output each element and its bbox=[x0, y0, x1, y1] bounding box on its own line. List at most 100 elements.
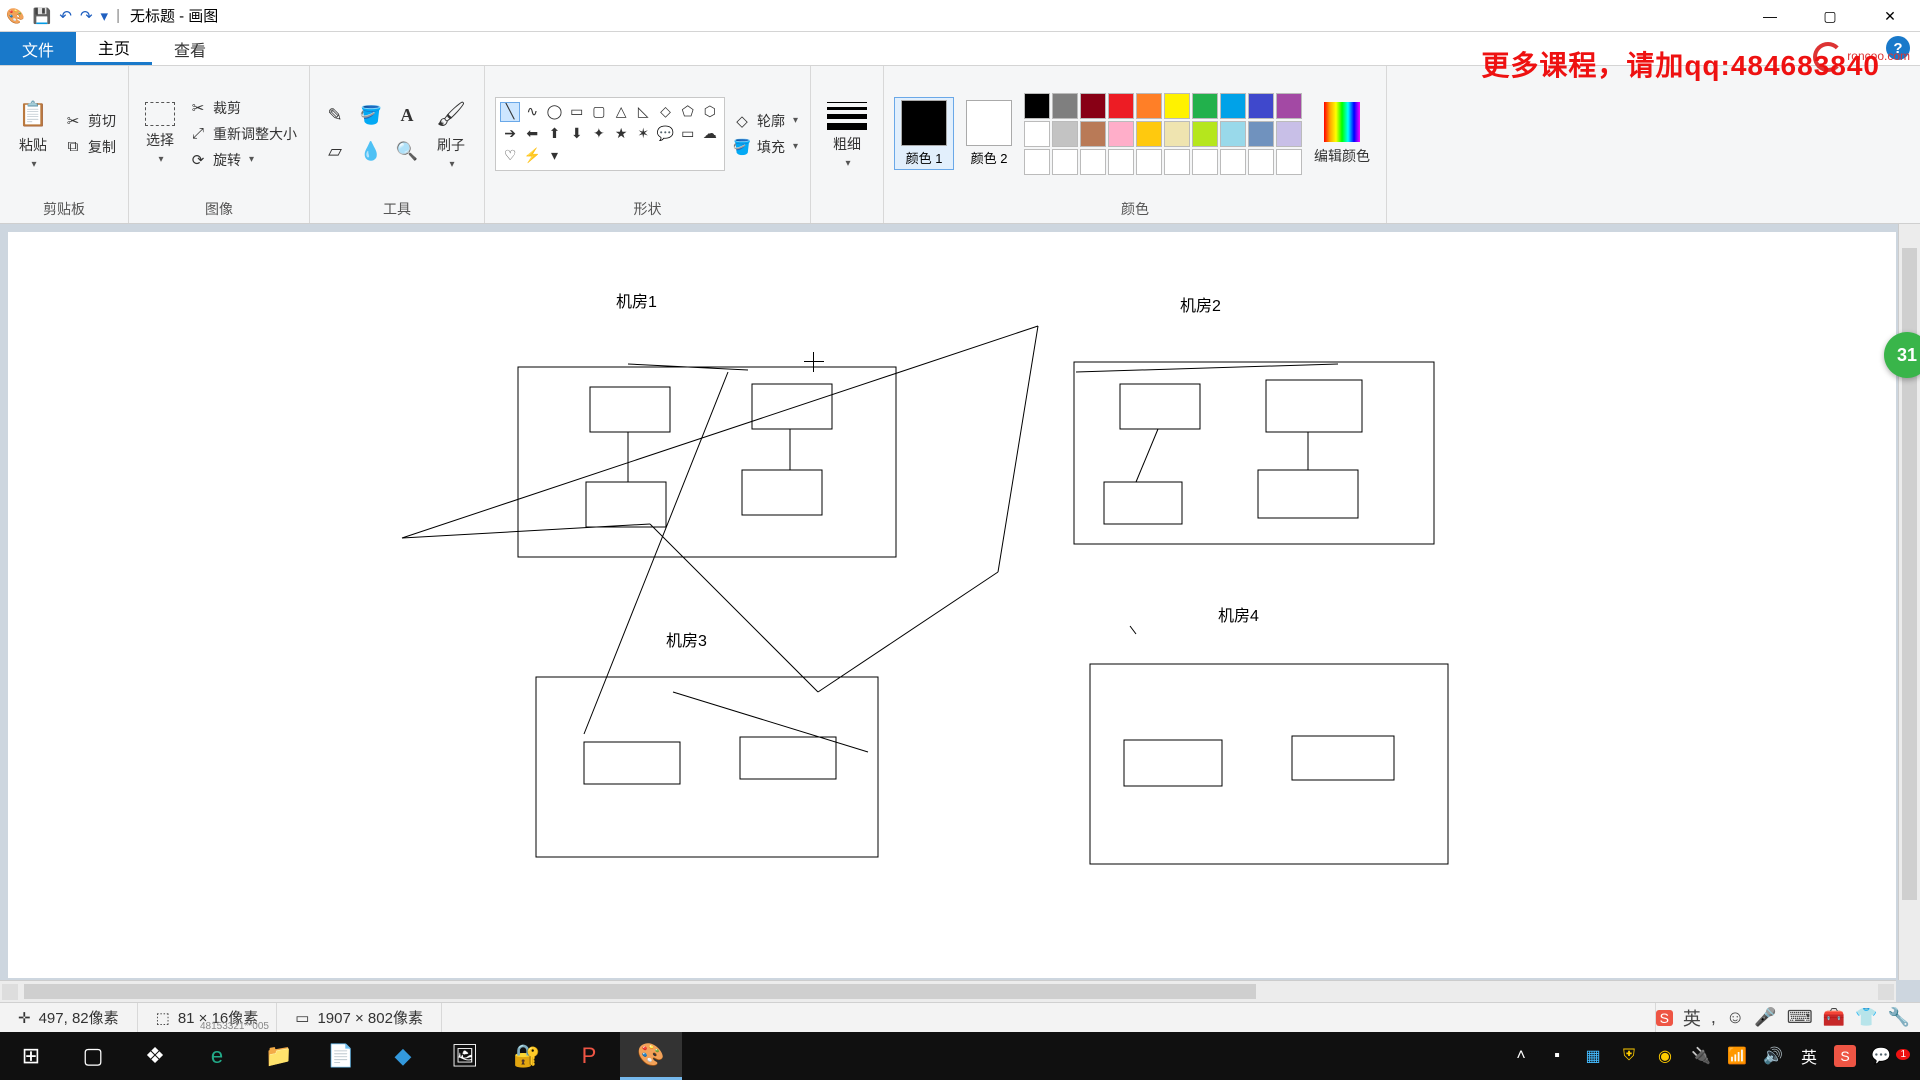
color-swatch[interactable] bbox=[1108, 149, 1134, 175]
shape-star6-icon[interactable]: ✶ bbox=[633, 124, 653, 144]
tray-battery-icon[interactable]: 🔌 bbox=[1690, 1045, 1712, 1067]
shape-heart-icon[interactable]: ♡ bbox=[500, 146, 520, 166]
color-swatch[interactable] bbox=[1164, 93, 1190, 119]
shape-lightning-icon[interactable]: ⚡ bbox=[522, 146, 542, 166]
shape-arrow-l-icon[interactable]: ⬅ bbox=[522, 124, 542, 144]
shape-roundrect-icon[interactable]: ▢ bbox=[589, 102, 609, 122]
color-swatch[interactable] bbox=[1136, 93, 1162, 119]
close-button[interactable]: ✕ bbox=[1860, 0, 1920, 32]
tab-file[interactable]: 文件 bbox=[0, 32, 76, 65]
shape-callout-rect-icon[interactable]: ▭ bbox=[678, 124, 698, 144]
ime-lang[interactable]: 英 bbox=[1683, 1005, 1701, 1031]
wrench-icon[interactable]: 🔧 bbox=[1888, 1007, 1910, 1028]
color-swatch[interactable] bbox=[1052, 93, 1078, 119]
color-swatch[interactable] bbox=[1164, 149, 1190, 175]
color-swatch[interactable] bbox=[1052, 121, 1078, 147]
text-tool-icon[interactable]: A bbox=[392, 101, 422, 131]
color-swatch[interactable] bbox=[1248, 149, 1274, 175]
color-swatch[interactable] bbox=[1080, 121, 1106, 147]
copy-button[interactable]: ⧉复制 bbox=[62, 136, 118, 158]
toolbox-icon[interactable]: 🧰 bbox=[1823, 1007, 1845, 1028]
taskbar-app-3[interactable]: 📄 bbox=[310, 1032, 372, 1080]
crop-button[interactable]: ✂裁剪 bbox=[187, 97, 299, 119]
color2-button[interactable]: 颜色 2 bbox=[960, 98, 1018, 169]
color-swatch[interactable] bbox=[1164, 121, 1190, 147]
color-swatch[interactable] bbox=[1276, 121, 1302, 147]
cut-button[interactable]: ✂剪切 bbox=[62, 110, 118, 132]
emoji-icon[interactable]: ☺ bbox=[1726, 1007, 1744, 1028]
color-swatch[interactable] bbox=[1024, 121, 1050, 147]
shape-rtriangle-icon[interactable]: ◺ bbox=[633, 102, 653, 122]
brush-button[interactable]: 🖌 刷子 bbox=[428, 93, 474, 174]
color-swatch[interactable] bbox=[1108, 121, 1134, 147]
paste-button[interactable]: 📋 粘贴 bbox=[10, 93, 56, 174]
resize-button[interactable]: ⤢重新调整大小 bbox=[187, 123, 299, 145]
start-button[interactable]: ⊞ bbox=[0, 1032, 62, 1080]
tab-home[interactable]: 主页 bbox=[76, 32, 152, 65]
color-swatch[interactable] bbox=[1248, 121, 1274, 147]
shape-oval-icon[interactable]: ◯ bbox=[544, 102, 564, 122]
color-swatch[interactable] bbox=[1192, 93, 1218, 119]
qat-dropdown-icon[interactable]: ▾ bbox=[101, 7, 109, 25]
tab-view[interactable]: 查看 bbox=[152, 32, 228, 65]
color-swatch[interactable] bbox=[1052, 149, 1078, 175]
color-palette[interactable] bbox=[1024, 93, 1302, 175]
pencil-tool-icon[interactable]: ✎ bbox=[320, 101, 350, 131]
tray-icon-1[interactable]: ▪ bbox=[1546, 1045, 1568, 1067]
taskbar-paint[interactable]: 🎨 bbox=[620, 1032, 682, 1080]
color-swatch[interactable] bbox=[1108, 93, 1134, 119]
color-swatch[interactable] bbox=[1192, 121, 1218, 147]
shape-diamond-icon[interactable]: ◇ bbox=[655, 102, 675, 122]
color-swatch[interactable] bbox=[1136, 149, 1162, 175]
color-swatch[interactable] bbox=[1276, 93, 1302, 119]
taskbar-powerpoint[interactable]: P bbox=[558, 1032, 620, 1080]
taskbar-app-5[interactable]: 🖼 bbox=[434, 1032, 496, 1080]
magnifier-tool-icon[interactable]: 🔍 bbox=[392, 137, 422, 167]
color-swatch[interactable] bbox=[1248, 93, 1274, 119]
mic-icon[interactable]: 🎤 bbox=[1754, 1007, 1776, 1028]
scrollbar-horizontal[interactable] bbox=[0, 980, 1896, 1002]
color-swatch[interactable] bbox=[1136, 121, 1162, 147]
color-swatch[interactable] bbox=[1276, 149, 1302, 175]
color-swatch[interactable] bbox=[1080, 93, 1106, 119]
taskbar-explorer[interactable]: 📁 bbox=[248, 1032, 310, 1080]
canvas[interactable]: 机房1 机房2 机房3 机房4 bbox=[8, 232, 1896, 978]
outline-button[interactable]: ◇轮廓 bbox=[731, 110, 800, 132]
scrollbar-horizontal-thumb[interactable] bbox=[24, 984, 1256, 999]
shape-curve-icon[interactable]: ∿ bbox=[522, 102, 542, 122]
color-swatch[interactable] bbox=[1024, 93, 1050, 119]
bucket-tool-icon[interactable]: 🪣 bbox=[356, 101, 386, 131]
tray-notifications-icon[interactable]: 💬 bbox=[1870, 1045, 1892, 1067]
rotate-button[interactable]: ⟳旋转 bbox=[187, 149, 299, 171]
shape-star5-icon[interactable]: ★ bbox=[611, 124, 631, 144]
tray-ime-icon[interactable]: 英 bbox=[1798, 1045, 1820, 1067]
edit-colors-button[interactable]: 编辑颜色 bbox=[1308, 98, 1376, 170]
shape-callout-round-icon[interactable]: 💬 bbox=[655, 124, 675, 144]
shape-line-icon[interactable]: ╲ bbox=[500, 102, 520, 122]
color-swatch[interactable] bbox=[1192, 149, 1218, 175]
color-swatch[interactable] bbox=[1024, 149, 1050, 175]
minimize-button[interactable]: — bbox=[1740, 0, 1800, 32]
tray-chevron-icon[interactable]: ˄ bbox=[1510, 1045, 1532, 1067]
eyedropper-tool-icon[interactable]: 💧 bbox=[356, 137, 386, 167]
color-swatch[interactable] bbox=[1220, 93, 1246, 119]
taskbar-edge[interactable]: e bbox=[186, 1032, 248, 1080]
shape-rect-icon[interactable]: ▭ bbox=[567, 102, 587, 122]
shape-star4-icon[interactable]: ✦ bbox=[589, 124, 609, 144]
tray-shield-icon[interactable]: ⛨ bbox=[1618, 1045, 1640, 1067]
taskbar-app-4[interactable]: ◆ bbox=[372, 1032, 434, 1080]
color1-button[interactable]: 颜色 1 bbox=[894, 97, 954, 170]
tray-icon-4[interactable]: S bbox=[1834, 1045, 1856, 1067]
keyboard-icon[interactable]: ⌨ bbox=[1787, 1007, 1813, 1028]
shape-pentagon-icon[interactable]: ⬠ bbox=[678, 102, 698, 122]
taskbar-app-6[interactable]: 🔐 bbox=[496, 1032, 558, 1080]
eraser-tool-icon[interactable]: ▱ bbox=[320, 137, 350, 167]
tray-volume-icon[interactable]: 🔊 bbox=[1762, 1045, 1784, 1067]
thickness-button[interactable]: 粗细 bbox=[821, 98, 873, 173]
redo-icon[interactable]: ↷ bbox=[80, 7, 93, 25]
person-icon[interactable]: 👕 bbox=[1855, 1007, 1877, 1028]
color-swatch[interactable] bbox=[1220, 149, 1246, 175]
tray-icon-2[interactable]: ▦ bbox=[1582, 1045, 1604, 1067]
color-swatch[interactable] bbox=[1220, 121, 1246, 147]
shape-cloud-icon[interactable]: ☁ bbox=[700, 124, 720, 144]
